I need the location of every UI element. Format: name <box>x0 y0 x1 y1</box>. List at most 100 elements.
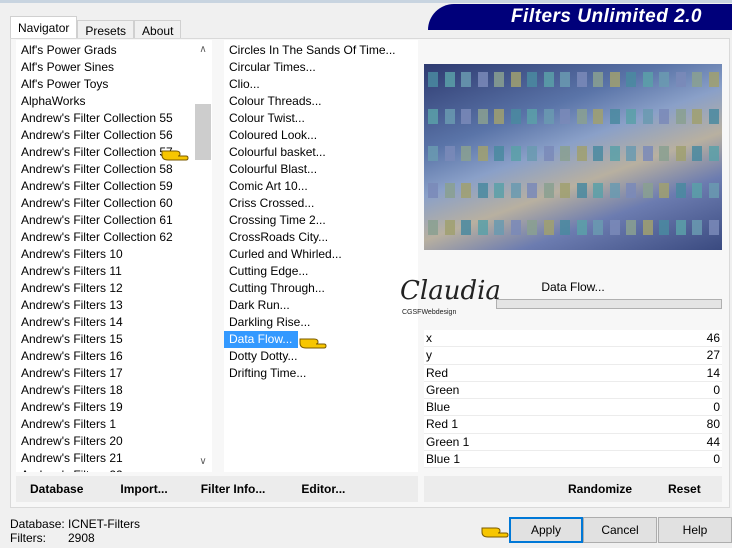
filter-item[interactable]: Colour Threads... <box>224 93 418 110</box>
preview-cell <box>444 109 455 124</box>
category-item[interactable]: Andrew's Filters 16 <box>16 348 194 365</box>
param-label: Green 1 <box>426 434 470 449</box>
preview-cell <box>642 220 653 235</box>
category-item[interactable]: Andrew's Filters 15 <box>16 331 194 348</box>
left-button-bar: Database Import... Filter Info... Editor… <box>16 476 418 502</box>
filter-item[interactable]: Colourful Blast... <box>224 161 418 178</box>
category-item[interactable]: Andrew's Filters 11 <box>16 263 194 280</box>
category-item[interactable]: Alf's Power Toys <box>16 76 194 93</box>
tab-navigator[interactable]: Navigator <box>10 16 78 40</box>
pointing-hand-icon <box>161 150 189 161</box>
category-item[interactable]: Andrew's Filter Collection 61 <box>16 212 194 229</box>
randomize-button[interactable]: Randomize <box>568 482 632 496</box>
category-item[interactable]: Andrew's Filters 19 <box>16 399 194 416</box>
category-item[interactable]: AlphaWorks <box>16 93 194 110</box>
database-button[interactable]: Database <box>30 482 83 496</box>
preview-cell <box>609 72 620 87</box>
help-button[interactable]: Help <box>658 517 732 543</box>
param-row-x[interactable]: x 46 <box>424 330 722 348</box>
category-item[interactable]: Andrew's Filter Collection 56 <box>16 127 194 144</box>
filter-item[interactable]: Drifting Time... <box>224 365 418 382</box>
category-item[interactable]: Andrew's Filters 20 <box>16 433 194 450</box>
category-item[interactable]: Andrew's Filters 14 <box>16 314 194 331</box>
filter-item[interactable]: Colour Twist... <box>224 110 418 127</box>
filter-item[interactable]: Data Flow... <box>224 331 299 348</box>
category-item[interactable]: Andrew's Filter Collection 58 <box>16 161 194 178</box>
cancel-button[interactable]: Cancel <box>583 517 657 543</box>
database-value: ICNET-Filters <box>68 517 140 531</box>
param-value[interactable]: 14 <box>707 365 720 381</box>
param-row-y[interactable]: y 27 <box>424 347 722 365</box>
filter-item[interactable]: Comic Art 10... <box>224 178 418 195</box>
preview-cell <box>593 183 603 198</box>
param-row-blue[interactable]: Blue 0 <box>424 399 722 417</box>
category-item[interactable]: Andrew's Filter Collection 60 <box>16 195 194 212</box>
param-row-blue-1[interactable]: Blue 1 0 <box>424 451 722 469</box>
filter-item[interactable]: Circular Times... <box>224 59 418 76</box>
filter-item[interactable]: Criss Crossed... <box>224 195 418 212</box>
category-item[interactable]: Andrew's Filters 18 <box>16 382 194 399</box>
filter-item[interactable]: Cutting Edge... <box>224 263 418 280</box>
scrollbar-thumb[interactable] <box>195 104 211 160</box>
filter-list[interactable]: Circles In The Sands Of Time... Circular … <box>224 40 418 472</box>
param-value[interactable]: 46 <box>707 330 720 346</box>
filter-item[interactable]: CrossRoads City... <box>224 229 418 246</box>
tab-presets[interactable]: Presets <box>77 20 135 40</box>
preview-cell <box>510 220 521 235</box>
preview-cell <box>593 72 603 87</box>
filter-item[interactable]: Darkling Rise... <box>224 314 418 331</box>
preview-cell <box>708 109 719 124</box>
category-item[interactable]: Andrew's Filters 12 <box>16 280 194 297</box>
filter-item[interactable]: Curled and Whirled... <box>224 246 418 263</box>
preview-cell <box>675 72 686 87</box>
category-item[interactable]: Andrew's Filters 1 <box>16 416 194 433</box>
param-row-red[interactable]: Red 14 <box>424 364 722 382</box>
filter-item[interactable]: Crossing Time 2... <box>224 212 418 229</box>
filter-item[interactable]: Cutting Through... <box>224 280 418 297</box>
param-value[interactable]: 44 <box>707 434 720 450</box>
filter-item[interactable]: Coloured Look... <box>224 127 418 144</box>
apply-button[interactable]: Apply <box>509 517 583 543</box>
param-value[interactable]: 27 <box>707 347 720 363</box>
category-list[interactable]: Alf's Power Grads Alf's Power Sines Alf's … <box>16 40 194 472</box>
category-item[interactable]: Andrew's Filter Collection 62 <box>16 229 194 246</box>
filter-item[interactable]: Clio... <box>224 76 418 93</box>
filter-item[interactable]: Colourful basket... <box>224 144 418 161</box>
param-value[interactable]: 0 <box>713 451 720 467</box>
param-row-red-1[interactable]: Red 1 80 <box>424 416 722 434</box>
category-item[interactable]: Andrew's Filters 21 <box>16 450 194 467</box>
scroll-down-icon[interactable]: ∨ <box>194 456 212 467</box>
filters-label: Filters: <box>10 531 46 545</box>
preview-cell <box>659 183 669 198</box>
preview-cell <box>477 109 488 124</box>
right-button-bar: Randomize Reset <box>424 476 722 502</box>
tab-about[interactable]: About <box>134 20 182 40</box>
category-item[interactable]: Andrew's Filter Collection 55 <box>16 110 194 127</box>
scroll-up-icon[interactable]: ∧ <box>194 44 212 55</box>
preview-cell <box>609 109 620 124</box>
category-item[interactable]: Andrew's Filters 17 <box>16 365 194 382</box>
editor-button[interactable]: Editor... <box>301 482 345 496</box>
filter-item[interactable]: Circles In The Sands Of Time... <box>224 42 418 59</box>
category-item[interactable]: Alf's Power Sines <box>16 59 194 76</box>
param-row-green[interactable]: Green 0 <box>424 381 722 400</box>
category-scrollbar[interactable]: ∧ ∨ <box>194 40 212 472</box>
category-item[interactable]: Andrew's Filters 10 <box>16 246 194 263</box>
category-item[interactable]: Alf's Power Grads <box>16 42 194 59</box>
reset-button[interactable]: Reset <box>668 482 701 496</box>
filter-item[interactable]: Dark Run... <box>224 297 418 314</box>
param-value[interactable]: 80 <box>707 416 720 432</box>
import-button[interactable]: Import... <box>120 482 167 496</box>
filter-info-button[interactable]: Filter Info... <box>201 482 266 496</box>
preview-cell <box>494 146 504 161</box>
param-label: Green <box>426 382 460 397</box>
category-item[interactable]: Andrew's Filters 13 <box>16 297 194 314</box>
window-top-border <box>0 0 732 3</box>
preview-cell <box>527 109 537 124</box>
category-item[interactable]: Andrew's Filters 22 <box>16 467 194 472</box>
param-value[interactable]: 0 <box>713 382 720 398</box>
category-item[interactable]: Andrew's Filter Collection 59 <box>16 178 194 195</box>
preview-cell <box>527 220 537 235</box>
param-value[interactable]: 0 <box>713 399 720 415</box>
param-row-green-1[interactable]: Green 1 44 <box>424 433 722 452</box>
